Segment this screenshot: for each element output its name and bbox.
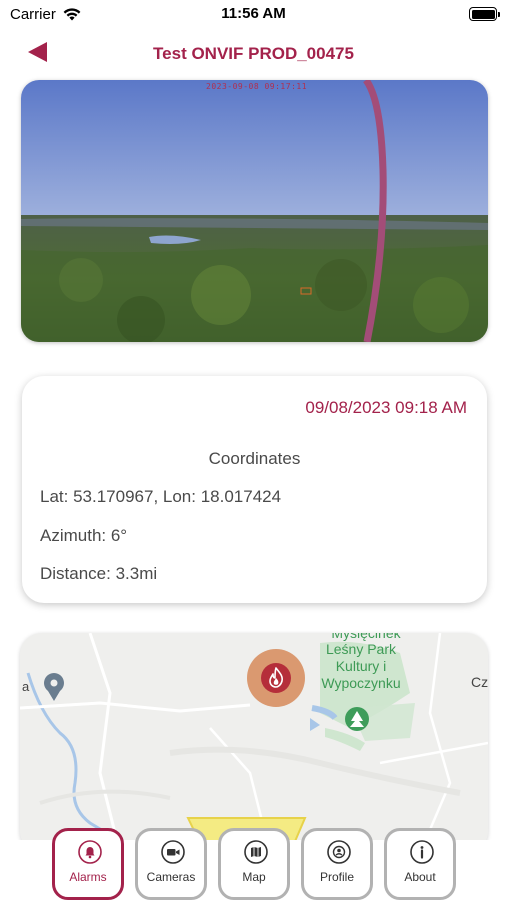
status-bar: Carrier 11:56 AM <box>0 0 507 30</box>
azimuth-value: Azimuth: 6° <box>40 526 128 545</box>
coordinates-heading: Coordinates <box>208 449 301 468</box>
distance-value: Distance: 3.3mi <box>40 564 158 583</box>
camera-timestamp: 2023-09-08 09:17:11 <box>206 82 308 91</box>
info-icon <box>410 840 434 864</box>
profile-icon <box>327 840 351 864</box>
tab-map[interactable]: Map <box>218 828 290 900</box>
map-label-a: a <box>22 679 30 694</box>
map-icon <box>244 840 268 864</box>
tab-profile-label: Profile <box>319 870 354 884</box>
tab-about[interactable]: About <box>384 828 456 900</box>
lat-lon-value: Lat: 53.170967, Lon: 18.017424 <box>40 487 282 506</box>
tab-alarms-label: Alarms <box>69 870 107 884</box>
page-title: Test ONVIF PROD_00475 <box>153 44 354 63</box>
map-label-park: Leśny Park Kultury i Wypoczynku <box>321 641 401 691</box>
tab-cameras-label: Cameras <box>146 870 196 884</box>
camera-scene <box>21 80 488 342</box>
park-marker-icon <box>345 707 369 731</box>
tab-cameras[interactable]: Cameras <box>135 828 207 900</box>
bottom-tab-bar: Alarms Cameras Map Profile About <box>0 828 507 900</box>
alarm-map[interactable]: Myślęcinek Leśny Park Kultury i Wypoczyn… <box>20 633 488 853</box>
map-label-cz: Cz <box>471 674 488 690</box>
battery-icon <box>469 7 500 21</box>
tab-map-label: Map <box>242 870 266 884</box>
alarm-info-card: 09/08/2023 09:18 AM Coordinates Lat: 53.… <box>22 376 487 603</box>
camera-snapshot[interactable]: 2023-09-08 09:17:11 <box>21 80 488 342</box>
bell-icon <box>78 840 102 864</box>
tab-profile[interactable]: Profile <box>301 828 373 900</box>
alarm-date: 09/08/2023 09:18 AM <box>305 398 467 417</box>
video-camera-icon <box>161 840 185 864</box>
tab-alarms[interactable]: Alarms <box>52 828 124 900</box>
fire-icon <box>269 667 283 688</box>
status-time: 11:56 AM <box>221 5 286 22</box>
tab-about-label: About <box>404 870 436 884</box>
fire-marker[interactable] <box>247 649 305 707</box>
